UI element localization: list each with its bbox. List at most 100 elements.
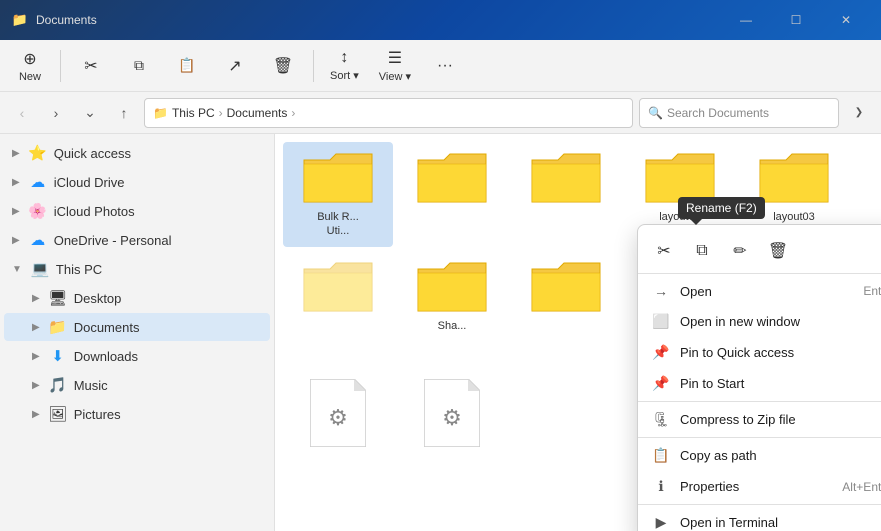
folder-icon [416, 150, 488, 206]
ctx-open-label: Open [680, 284, 712, 299]
recent-button[interactable]: ⌄ [76, 99, 104, 127]
sidebar-label-this-pc: This PC [56, 262, 102, 277]
sidebar-item-pictures[interactable]: ▶ 🖼 Pictures [4, 400, 270, 428]
delete-icon: 🗑 [273, 56, 293, 76]
sidebar-item-downloads[interactable]: ▶ ⬇ Downloads [4, 342, 270, 370]
chevron-icon: ▶ [32, 293, 40, 304]
delete-button[interactable]: 🗑 [261, 44, 305, 88]
copy-button[interactable]: ⧉ [117, 44, 161, 88]
sidebar-label-downloads: Downloads [74, 349, 138, 364]
title-bar-icon: 📁 [12, 12, 28, 28]
sidebar-item-desktop[interactable]: ▶ 🖥 Desktop [4, 284, 270, 312]
sidebar-item-quick-access[interactable]: ▶ ⭐ Quick access [4, 139, 270, 167]
sidebar-item-onedrive[interactable]: ▶ ☁ OneDrive - Personal [4, 226, 270, 254]
maximize-button[interactable]: ☐ [773, 4, 819, 36]
file-label-shared: Sha... [438, 319, 467, 333]
cut-icon: ✂ [84, 56, 97, 76]
view-button[interactable]: ☰ View ▾ [371, 44, 419, 88]
back-button[interactable]: ‹ [8, 99, 36, 127]
this-pc-icon: 💻 [30, 260, 50, 278]
chevron-icon: ▶ [32, 351, 40, 362]
address-box[interactable]: 📁 This PC › Documents › [144, 98, 633, 128]
rename-tooltip: Rename (F2) [678, 197, 765, 219]
collapse-button[interactable]: ❯ [845, 99, 873, 127]
search-box[interactable]: 🔍 Search Documents [639, 98, 839, 128]
chevron-icon: ▶ [32, 380, 40, 391]
file-item-shared[interactable]: Sha... [397, 251, 507, 368]
toolbar-separator-1 [60, 50, 61, 82]
close-button[interactable]: ✕ [823, 4, 869, 36]
sidebar-label-pictures: Pictures [74, 407, 121, 422]
desktop-icon: 🖥 [48, 289, 68, 307]
file-item-row2-empty[interactable] [511, 251, 621, 368]
pin-start-icon: 📌 [652, 375, 670, 392]
ctx-rename-button[interactable]: ✏ [722, 235, 758, 267]
ctx-item-properties[interactable]: ℹ Properties Alt+Enter [638, 471, 881, 502]
ctx-compress-label: Compress to Zip file [680, 412, 796, 427]
sidebar: ▶ ⭐ Quick access ▶ ☁ iCloud Drive ▶ 🌸 iC… [0, 134, 275, 531]
sidebar-label-desktop: Desktop [74, 291, 122, 306]
sort-icon: ↕ [340, 49, 348, 67]
chevron-icon: ▶ [12, 148, 20, 159]
file-item-right-edge[interactable] [283, 251, 393, 368]
file-item-gear2[interactable]: ⚙ [397, 371, 507, 459]
sidebar-item-icloud-drive[interactable]: ▶ ☁ iCloud Drive [4, 168, 270, 196]
sidebar-item-icloud-photos[interactable]: ▶ 🌸 iCloud Photos [4, 197, 270, 225]
toolbar-separator-2 [313, 50, 314, 82]
context-menu-header: Rename (F2) ✂ ⧉ ✏ 🗑 [638, 229, 881, 274]
ctx-item-copy-path[interactable]: 📋 Copy as path [638, 440, 881, 471]
share-button[interactable]: ↗ [213, 44, 257, 88]
sidebar-item-documents[interactable]: ▶ 📁 Documents [4, 313, 270, 341]
file-item-bulk-rename[interactable]: Bulk R...Uti... [283, 142, 393, 247]
paste-button[interactable]: 📋 [165, 44, 209, 88]
new-label: New [19, 71, 41, 83]
chevron-icon: ▼ [12, 264, 22, 275]
ctx-pin-start-label: Pin to Start [680, 376, 744, 391]
open-new-window-icon: ⬜ [652, 313, 670, 330]
file-item-gear1[interactable]: ⚙ [283, 371, 393, 459]
ctx-item-open-new-window[interactable]: ⬜ Open in new window [638, 306, 881, 337]
file-item-folder2[interactable] [397, 142, 507, 247]
pictures-icon: 🖼 [48, 405, 68, 423]
chevron-icon: ▶ [12, 235, 20, 246]
ctx-item-pin-quick-access[interactable]: 📌 Pin to Quick access [638, 337, 881, 368]
documents-icon: 📁 [48, 318, 68, 336]
file-item-folder3[interactable] [511, 142, 621, 247]
address-folder-icon: 📁 [153, 106, 168, 120]
open-icon: → [652, 283, 670, 299]
sidebar-item-this-pc[interactable]: ▼ 💻 This PC [4, 255, 270, 283]
ctx-item-pin-start[interactable]: 📌 Pin to Start [638, 368, 881, 399]
ctx-cut-button[interactable]: ✂ [646, 235, 682, 267]
ctx-delete-button[interactable]: 🗑 [760, 235, 796, 267]
cut-button[interactable]: ✂ [69, 44, 113, 88]
paste-icon: 📋 [178, 57, 195, 74]
folder-icon [416, 259, 488, 315]
new-button[interactable]: ⊕ New [8, 44, 52, 88]
minimize-button[interactable]: — [723, 4, 769, 36]
file-area[interactable]: Bulk R...Uti... layout02 [275, 134, 881, 531]
ctx-open-terminal-label: Open in Terminal [680, 515, 778, 530]
ctx-properties-shortcut: Alt+Enter [842, 480, 881, 494]
ctx-copy-path-label: Copy as path [680, 448, 757, 463]
forward-button[interactable]: › [42, 99, 70, 127]
folder-icon [302, 150, 374, 206]
ctx-copy-button[interactable]: ⧉ [684, 235, 720, 267]
sort-button[interactable]: ↕ Sort ▾ [322, 44, 367, 88]
sort-label: Sort ▾ [330, 69, 359, 82]
sidebar-item-music[interactable]: ▶ 🎵 Music [4, 371, 270, 399]
folder-icon [530, 259, 602, 315]
properties-icon: ℹ [652, 478, 670, 495]
pin-quick-access-icon: 📌 [652, 344, 670, 361]
toolbar: ⊕ New ✂ ⧉ 📋 ↗ 🗑 ↕ Sort ▾ ☰ View ▾ ··· [0, 40, 881, 92]
file-label-layout03: layout03 [773, 210, 815, 224]
ctx-item-compress-zip[interactable]: 🗜 Compress to Zip file [638, 404, 881, 435]
more-icon: ··· [437, 57, 453, 75]
title-bar-title: Documents [36, 13, 715, 27]
more-button[interactable]: ··· [423, 44, 467, 88]
main-area: ▶ ⭐ Quick access ▶ ☁ iCloud Drive ▶ 🌸 iC… [0, 134, 881, 531]
ctx-item-open[interactable]: → Open Enter [638, 276, 881, 306]
up-button[interactable]: ↑ [110, 99, 138, 127]
ctx-item-open-terminal[interactable]: ▶ Open in Terminal [638, 507, 881, 531]
ctx-properties-label: Properties [680, 479, 739, 494]
address-sep-1: › [219, 106, 223, 120]
